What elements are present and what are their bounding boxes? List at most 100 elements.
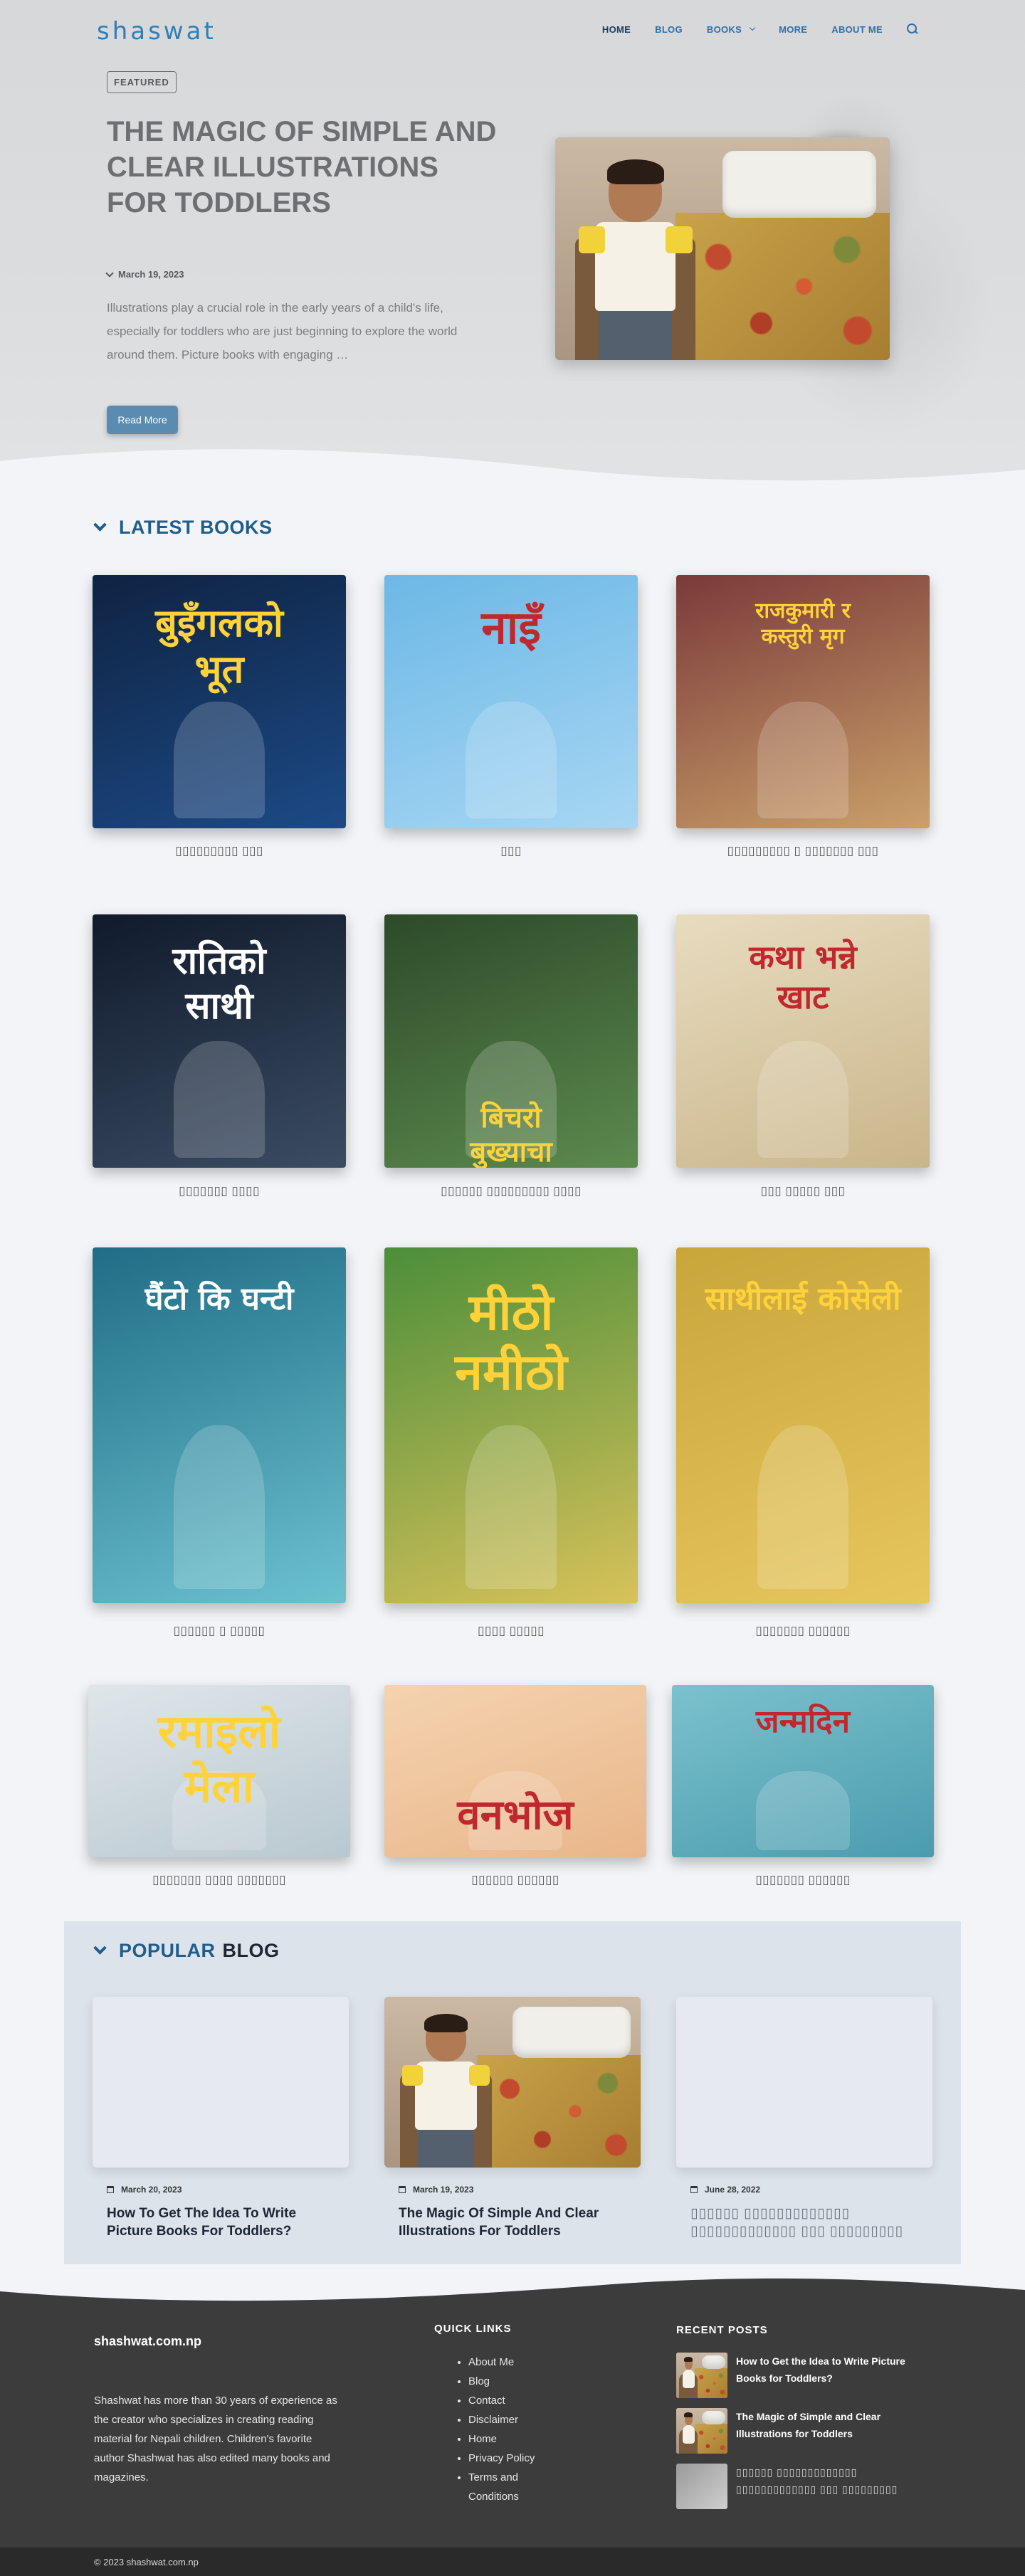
cover-title-text: साथीलाई कोसेली <box>705 1281 901 1317</box>
book-cover[interactable]: घैंटो कि घन्टी <box>93 1247 346 1603</box>
cover-illustration <box>173 1041 266 1158</box>
book-cover[interactable]: साथीलाई कोसेली <box>676 1247 930 1603</box>
featured-badge: FEATURED <box>107 71 177 93</box>
cover-title-text: जन्मदिन <box>755 1704 851 1741</box>
nav-label: HOME <box>601 23 631 35</box>
blog-thumbnail[interactable] <box>93 1997 349 2168</box>
cover-illustration <box>465 702 557 818</box>
book-cover[interactable]: जन्मदिन <box>672 1685 934 1857</box>
book-title[interactable]: ▯▯▯▯▯▯ ▯▯▯▯▯▯▯▯▯ ▯▯▯▯ <box>384 1184 638 1198</box>
blog-title[interactable]: The Magic Of Simple And Clear Illustrati… <box>384 2205 641 2240</box>
calendar-icon <box>107 2186 114 2193</box>
book-title[interactable]: ▯▯▯▯▯▯ ▯ ▯▯▯▯▯ <box>93 1624 346 1638</box>
cover-illustration <box>173 1425 266 1589</box>
book-cover[interactable]: बिचरो बुख्याचा <box>384 914 638 1168</box>
boy-on-bed-photo <box>384 1997 641 2168</box>
footer-bottom-bar: © 2023 shashwat.com.np <box>0 2548 1025 2576</box>
book-cover[interactable]: रमाइलो मेला <box>88 1685 350 1857</box>
book-title[interactable]: ▯▯▯ ▯▯▯▯▯ ▯▯▯ <box>676 1184 930 1198</box>
latest-books-section: LATEST BOOKS बुइँगलको भूत ▯▯▯▯▯▯▯▯▯ ▯▯▯ नाइ… <box>0 498 1025 1914</box>
heading-part-2: BLOG <box>222 1940 280 1961</box>
blog-card[interactable]: March 20, 2023 How To Get The Idea To Wr… <box>93 1997 349 2240</box>
hero-wave-divider <box>0 449 1025 498</box>
cover-title-text: कस्तुरी मृग <box>761 624 845 650</box>
quick-links-list: About Me Blog Contact Disclaimer Home Pr… <box>456 2353 535 2506</box>
cover-title-text: वनभोज <box>457 1790 574 1839</box>
nav-item-books[interactable]: BOOKS <box>707 24 756 35</box>
recent-post[interactable]: The Magic of Simple and Clear Illustrati… <box>676 2408 932 2454</box>
footer-link[interactable]: Home <box>468 2429 535 2449</box>
blog-title[interactable]: ▯▯▯▯▯▯ ▯▯▯▯▯▯▯▯▯▯▯▯▯ ▯▯▯▯▯▯▯▯▯▯▯▯▯ ▯▯▯ ▯… <box>676 2205 932 2240</box>
book-title[interactable]: ▯▯▯▯▯▯▯ ▯▯▯▯ <box>93 1184 346 1198</box>
book-cover[interactable]: बुइँगलको भूत <box>93 575 346 828</box>
hero-date-text: March 19, 2023 <box>118 269 184 280</box>
calendar-icon <box>690 2186 698 2193</box>
footer-link[interactable]: About Me <box>468 2353 535 2372</box>
copyright-text: © 2023 shashwat.com.np <box>94 2557 199 2567</box>
book-cover[interactable]: नाइँ <box>384 575 638 828</box>
hero-title[interactable]: THE MAGIC OF SIMPLE AND CLEAR ILLUSTRATI… <box>107 114 505 221</box>
nav-label: MORE <box>779 23 808 35</box>
footer-link[interactable]: Contact <box>468 2391 535 2410</box>
chevron-down-icon <box>105 268 114 278</box>
blog-title[interactable]: How To Get The Idea To Write Picture Boo… <box>93 2205 349 2240</box>
recent-post-thumbnail[interactable] <box>676 2353 727 2398</box>
cover-title-text: बुख्याचा <box>470 1136 552 1168</box>
book-title[interactable]: ▯▯▯▯▯▯▯ ▯▯▯▯ ▯▯▯▯▯▯▯ <box>88 1873 350 1887</box>
read-more-button[interactable]: Read More <box>107 406 178 434</box>
boy-on-bed-photo <box>555 137 890 360</box>
recent-posts-heading: RECENT POSTS <box>676 2324 768 2336</box>
recent-post-title[interactable]: The Magic of Simple and Clear Illustrati… <box>736 2408 932 2454</box>
cover-title-text: नमीठो <box>455 1343 567 1401</box>
book-title[interactable]: ▯▯▯▯▯▯▯ ▯▯▯▯▯▯ <box>676 1624 930 1638</box>
chevron-down-icon <box>93 518 107 532</box>
book-title[interactable]: ▯▯▯▯▯▯▯ ▯▯▯▯▯▯ <box>672 1873 934 1887</box>
recent-post-thumbnail[interactable] <box>676 2464 727 2509</box>
cover-title-text: रातिको <box>172 940 266 983</box>
chevron-down-icon <box>93 1941 107 1955</box>
recent-post-title[interactable]: ▯▯▯▯▯▯ ▯▯▯▯▯▯▯▯▯▯▯▯▯ ▯▯▯▯▯▯▯▯▯▯▯▯▯ ▯▯▯ ▯… <box>736 2464 932 2509</box>
book-title[interactable]: ▯▯▯▯▯▯ ▯▯▯▯▯▯ <box>384 1873 646 1887</box>
book-title[interactable]: ▯▯▯▯▯▯▯▯▯ ▯ ▯▯▯▯▯▯▯ ▯▯▯ <box>676 844 930 858</box>
site-header: shaswat HOME BLOG BOOKS MORE ABOUT ME <box>0 0 1025 61</box>
section-heading-text: LATEST BOOKS <box>119 517 273 538</box>
blog-card[interactable]: June 28, 2022 ▯▯▯▯▯▯ ▯▯▯▯▯▯▯▯▯▯▯▯▯ ▯▯▯▯▯… <box>676 1997 932 2240</box>
nav-item-blog[interactable]: BLOG <box>655 24 683 35</box>
book-cover[interactable]: कथा भन्ने खाट <box>676 914 930 1168</box>
blog-card[interactable]: March 19, 2023 The Magic Of Simple And C… <box>384 1997 641 2240</box>
hero-featured-image[interactable] <box>555 137 890 360</box>
quick-links-heading: QUICK LINKS <box>434 2323 512 2335</box>
nav-item-more[interactable]: MORE <box>779 24 807 35</box>
book-cover[interactable]: वनभोज <box>384 1685 646 1857</box>
recent-post[interactable]: How to Get the Idea to Write Picture Boo… <box>676 2353 932 2398</box>
search-icon[interactable] <box>907 23 918 35</box>
cover-illustration <box>757 1041 849 1158</box>
recent-post-title[interactable]: How to Get the Idea to Write Picture Boo… <box>736 2353 932 2398</box>
site-logo[interactable]: shaswat <box>97 17 216 46</box>
footer-link[interactable]: Terms and Conditions <box>468 2468 532 2506</box>
blog-date-text: June 28, 2022 <box>705 2185 761 2195</box>
cover-title-text: बुइँगलको <box>155 601 283 646</box>
cover-title-text: खाट <box>777 977 829 1016</box>
footer-link[interactable]: Disclaimer <box>468 2410 535 2429</box>
book-cover[interactable]: राजकुमारी र कस्तुरी मृग <box>676 575 930 828</box>
blog-thumbnail[interactable] <box>676 1997 932 2168</box>
cover-title-text: कथा भन्ने <box>749 938 857 977</box>
recent-post-thumbnail[interactable] <box>676 2408 727 2454</box>
footer-site-title[interactable]: shashwat.com.np <box>94 2334 201 2349</box>
book-cover[interactable]: रातिको साथी <box>93 914 346 1168</box>
recent-post[interactable]: ▯▯▯▯▯▯ ▯▯▯▯▯▯▯▯▯▯▯▯▯ ▯▯▯▯▯▯▯▯▯▯▯▯▯ ▯▯▯ ▯… <box>676 2464 932 2509</box>
hero-date: March 19, 2023 <box>105 268 184 280</box>
nav-item-home[interactable]: HOME <box>602 24 631 35</box>
footer-link[interactable]: Blog <box>468 2372 535 2391</box>
blog-date: June 28, 2022 <box>676 2185 932 2195</box>
book-title[interactable]: ▯▯▯▯ ▯▯▯▯▯ <box>384 1624 638 1638</box>
book-cover[interactable]: मीठो नमीठो <box>384 1247 638 1603</box>
blog-thumbnail[interactable] <box>384 1997 641 2168</box>
cover-illustration <box>757 1425 849 1589</box>
nav-item-about-me[interactable]: ABOUT ME <box>831 24 883 35</box>
book-title[interactable]: ▯▯▯ <box>384 844 638 858</box>
book-title[interactable]: ▯▯▯▯▯▯▯▯▯ ▯▯▯ <box>93 844 346 858</box>
footer-link[interactable]: Privacy Policy <box>468 2449 535 2468</box>
blog-date-text: March 19, 2023 <box>413 2185 474 2195</box>
